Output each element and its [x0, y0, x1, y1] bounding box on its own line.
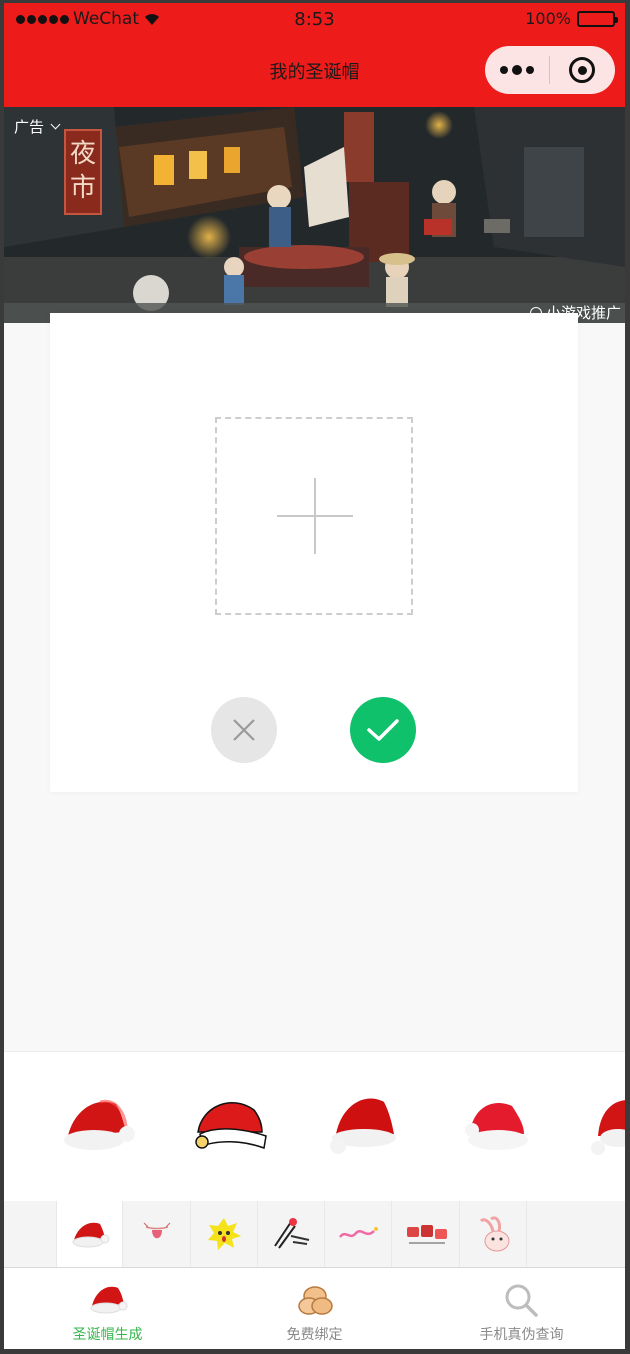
- ad-sign-board: 夜 市: [64, 129, 102, 215]
- category-tab-red-text[interactable]: [393, 1201, 460, 1267]
- close-mini-program-button[interactable]: [550, 46, 614, 94]
- bottom-tab-bar: 圣诞帽生成 免费绑定 手机真伪查询: [4, 1267, 625, 1349]
- coins-icon: [297, 1286, 333, 1315]
- category-tab-hats[interactable]: [56, 1201, 123, 1267]
- tongue-sticker-icon: [143, 1222, 171, 1239]
- sun-face-icon: [208, 1218, 241, 1250]
- avatar-editor-card: [50, 313, 578, 792]
- checkmark-icon: [367, 719, 399, 741]
- santa-hat-icon: [90, 1286, 127, 1314]
- tab-phone-verify[interactable]: 手机真伪查询: [418, 1268, 625, 1349]
- battery-icon: [577, 10, 618, 27]
- chevron-down-icon: [50, 119, 61, 130]
- santa-hat-sticker[interactable]: [326, 1092, 402, 1156]
- battery-percent: 100%: [525, 9, 571, 28]
- category-tab-text-stickers[interactable]: [258, 1201, 325, 1267]
- ad-label[interactable]: 广告: [14, 116, 61, 137]
- sticker-tray: [4, 1051, 625, 1201]
- santa-hat-sticker[interactable]: [458, 1092, 534, 1156]
- bunny-icon: [479, 1216, 510, 1252]
- category-tab-pink-text[interactable]: [325, 1201, 392, 1267]
- tab-hat-generator[interactable]: 圣诞帽生成: [4, 1268, 211, 1349]
- confirm-button[interactable]: [350, 697, 416, 763]
- santa-hat-sticker[interactable]: [588, 1092, 625, 1156]
- battery-indicator: 100%: [525, 9, 618, 28]
- close-icon: [233, 719, 255, 741]
- search-icon: [505, 1284, 538, 1317]
- santa-hat-sticker[interactable]: [60, 1092, 138, 1156]
- sticker-category-tabs: [4, 1201, 625, 1267]
- category-tab-faces[interactable]: [191, 1201, 258, 1267]
- santa-hat-sticker[interactable]: [192, 1092, 272, 1156]
- red-text-icon: [407, 1225, 447, 1244]
- santa-hat-icon: [72, 1222, 109, 1248]
- upload-photo-area[interactable]: [215, 417, 413, 615]
- tab-label: 手机真伪查询: [479, 1327, 564, 1343]
- category-tab-bunny[interactable]: [460, 1201, 527, 1267]
- mini-program-capsule: [485, 46, 615, 94]
- category-tab-tongue[interactable]: [124, 1201, 191, 1267]
- tab-label: 免费绑定: [286, 1327, 343, 1343]
- more-options-button[interactable]: [485, 46, 549, 94]
- tab-label: 圣诞帽生成: [72, 1327, 143, 1343]
- target-icon: [569, 57, 595, 83]
- tab-free-binding[interactable]: 免费绑定: [211, 1268, 418, 1349]
- phone-screen: WeChat 8:53 100% 我的圣诞帽 夜 市 广告 小游戏推广 圣诞帽生…: [4, 3, 625, 1349]
- top-bar: WeChat 8:53 100% 我的圣诞帽: [4, 3, 625, 107]
- cancel-button[interactable]: [211, 697, 277, 763]
- pink-text-icon: [339, 1227, 378, 1238]
- ad-banner[interactable]: 夜 市 广告 小游戏推广: [4, 107, 625, 323]
- doodle-text-icon: [274, 1218, 310, 1249]
